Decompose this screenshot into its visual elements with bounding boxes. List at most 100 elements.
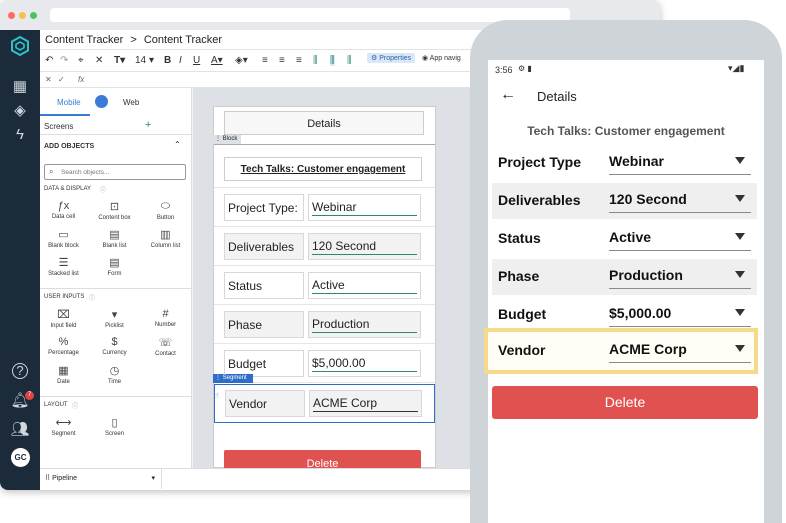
screens-heading[interactable]: Screens <box>44 122 73 131</box>
canvas-row[interactable]: Status Active <box>214 266 435 305</box>
object-picklist[interactable]: ▾ Picklist <box>92 308 137 329</box>
align-left-icon[interactable]: ≡ <box>262 55 268 66</box>
field-dropdown[interactable]: 120 Second <box>609 191 751 213</box>
underline <box>313 411 418 412</box>
field-dropdown[interactable]: Production <box>609 267 751 289</box>
font-size-select[interactable]: 14 <box>135 55 146 66</box>
object-data-cell[interactable]: ƒx Data cell <box>41 200 86 220</box>
users-icon[interactable]: 👥︎ <box>10 420 30 440</box>
object-stacked-list[interactable]: ☰ Stacked list <box>41 256 86 277</box>
align-right-icon[interactable]: ≡ <box>296 55 302 66</box>
block-border <box>214 144 435 145</box>
mobile-row-deliverables[interactable]: Deliverables 120 Second <box>492 183 757 219</box>
text-style-icon[interactable]: T▾ <box>114 55 125 66</box>
mobile-row-status[interactable]: Status Active <box>492 221 757 257</box>
info-icon[interactable]: ⓘ <box>100 185 106 194</box>
valign-bottom-icon[interactable]: ⫼ <box>347 55 352 66</box>
object-currency[interactable]: $ Currency <box>92 336 137 356</box>
field-value[interactable]: Active <box>308 272 421 299</box>
blank-block-icon: ▭ <box>58 229 69 241</box>
tab-mobile[interactable]: Mobile <box>57 98 81 107</box>
valign-middle-icon[interactable]: ⫼ <box>330 55 335 66</box>
field-value[interactable]: Production <box>308 311 421 338</box>
toggle-switch[interactable] <box>95 95 108 108</box>
text-color-icon[interactable]: A▾ <box>211 55 223 66</box>
mobile-row-project-type[interactable]: Project Type Webinar <box>492 145 757 181</box>
cancel-icon[interactable]: ✕ <box>45 75 52 84</box>
object-blank-list[interactable]: ▤ Blank list <box>92 228 137 249</box>
undo-icon[interactable]: ↶ <box>45 55 53 66</box>
bolt-icon[interactable]: ϟ <box>10 125 30 145</box>
clear-format-icon[interactable]: ✕ <box>95 55 103 66</box>
field-dropdown[interactable]: $5,000.00 <box>609 305 751 327</box>
search-objects[interactable]: ⌕ <box>44 164 186 180</box>
breadcrumb-current[interactable]: Content Tracker <box>144 34 222 46</box>
object-content-box[interactable]: ⊡ Content box <box>92 200 137 221</box>
canvas-row[interactable]: Phase Production <box>214 305 435 344</box>
object-button[interactable]: ⬭ Button <box>143 200 188 221</box>
canvas-row[interactable]: Project Type: Webinar <box>214 188 435 227</box>
canvas-details-header[interactable]: Details <box>224 111 424 135</box>
object-date[interactable]: ▦ Date <box>41 364 86 385</box>
tab-web[interactable]: Web <box>123 98 139 107</box>
layers-icon[interactable]: ◈ <box>10 101 30 121</box>
chevron-down-icon <box>735 309 745 316</box>
field-dropdown[interactable]: ACME Corp <box>609 341 751 363</box>
segment-tag[interactable]: ⋮ Segment <box>213 374 253 383</box>
object-column-list[interactable]: ▥ Column list <box>143 228 188 249</box>
canvas-row-selected[interactable]: Vendor ACME Corp <box>214 384 435 423</box>
close-dot[interactable] <box>8 12 15 19</box>
object-time[interactable]: ◷ Time <box>92 364 137 385</box>
field-value[interactable]: Webinar <box>308 194 421 221</box>
mobile-row-phase[interactable]: Phase Production <box>492 259 757 295</box>
info-icon[interactable]: ⓘ <box>89 293 95 302</box>
object-percentage[interactable]: % Percentage <box>41 336 86 356</box>
app-logo-icon[interactable] <box>10 35 30 57</box>
object-number[interactable]: # Number <box>143 308 188 328</box>
object-contact[interactable]: ☏ Contact <box>143 336 188 357</box>
app-nav-button[interactable]: ◉ App navig <box>422 54 461 62</box>
field-value[interactable]: 120 Second <box>308 233 421 260</box>
field-label: Deliverables <box>498 192 581 208</box>
canvas-title[interactable]: Tech Talks: Customer engagement <box>224 157 422 181</box>
field-value[interactable]: $5,000.00 <box>308 350 421 377</box>
properties-button[interactable]: ⚙ Properties <box>367 53 416 63</box>
confirm-icon[interactable]: ✓ <box>58 75 65 84</box>
field-dropdown[interactable]: Webinar <box>609 153 751 175</box>
format-painter-icon[interactable]: ⌖ <box>78 55 84 66</box>
fill-color-icon[interactable]: ◈▾ <box>235 55 248 66</box>
divider <box>40 288 192 289</box>
address-bar[interactable] <box>50 8 570 22</box>
object-screen[interactable]: ▯ Screen <box>92 416 137 437</box>
chevron-up-icon[interactable]: ⌃ <box>174 140 181 149</box>
pipeline-select[interactable]: ⠿ Pipeline ▾ <box>40 469 162 489</box>
field-value[interactable]: ACME Corp <box>309 390 422 417</box>
add-screen-button[interactable]: + <box>145 119 151 131</box>
back-arrow-icon[interactable]: ← <box>500 86 516 104</box>
breadcrumb-root[interactable]: Content Tracker <box>45 34 123 46</box>
object-form[interactable]: ▤ Form <box>92 256 137 277</box>
object-segment[interactable]: ⟷ Segment <box>41 416 86 437</box>
italic-icon[interactable]: I <box>179 55 182 66</box>
info-icon[interactable]: ⓘ <box>72 401 78 410</box>
align-center-icon[interactable]: ≡ <box>279 55 285 66</box>
search-input[interactable] <box>61 166 181 178</box>
table-icon[interactable]: ▦ <box>10 77 30 97</box>
maximize-dot[interactable] <box>30 12 37 19</box>
minimize-dot[interactable] <box>19 12 26 19</box>
help-icon[interactable]: ? <box>12 363 28 379</box>
avatar[interactable]: GC <box>11 448 30 467</box>
field-dropdown[interactable]: Active <box>609 229 751 251</box>
object-blank-block[interactable]: ▭ Blank block <box>41 228 86 249</box>
bold-icon[interactable]: B <box>164 55 171 66</box>
mobile-delete-button[interactable]: Delete <box>492 386 758 419</box>
status-icons: ⚙ ▮ <box>518 64 532 73</box>
underline-icon[interactable]: U <box>193 55 200 66</box>
mobile-header-title: Details <box>537 89 577 104</box>
object-input-field[interactable]: ⌧ Input field <box>41 308 86 329</box>
canvas-row[interactable]: Deliverables 120 Second <box>214 227 435 266</box>
chevron-down-icon[interactable]: ▾ <box>149 55 154 66</box>
valign-top-icon[interactable]: ⫼ <box>313 55 318 66</box>
mobile-row-vendor[interactable]: Vendor ACME Corp <box>492 333 757 369</box>
redo-icon[interactable]: ↷ <box>60 55 68 66</box>
